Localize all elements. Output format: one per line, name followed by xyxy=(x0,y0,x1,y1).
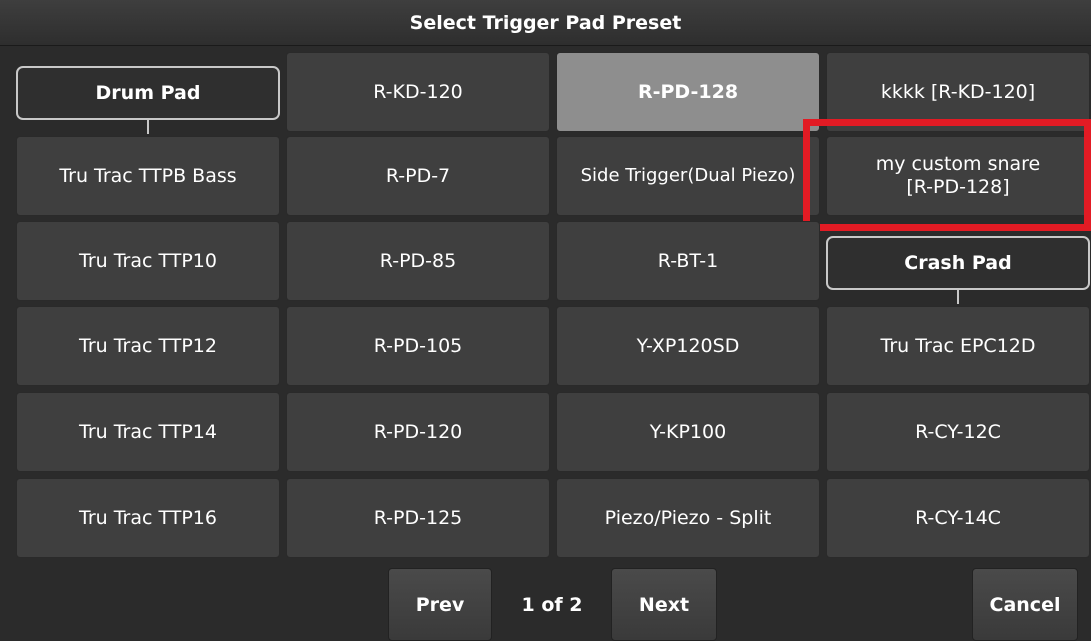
pad-tru-trac-ttpb-bass[interactable]: Tru Trac TTPB Bass xyxy=(16,136,280,216)
pad-r-kd-120[interactable]: R-KD-120 xyxy=(286,52,550,132)
pad-r-pd-128[interactable]: R-PD-128 xyxy=(556,52,820,132)
pad-r-pd-85[interactable]: R-PD-85 xyxy=(286,221,550,301)
dialog-title: Select Trigger Pad Preset xyxy=(0,0,1091,46)
page-indicator: 1 of 2 xyxy=(521,593,583,616)
pad-label-line-1: my custom snare xyxy=(875,153,1041,176)
pad-tru-trac-ttp10[interactable]: Tru Trac TTP10 xyxy=(16,221,280,301)
pad-kkkk-r-kd-120[interactable]: kkkk [R-KD-120] xyxy=(826,52,1090,132)
pad-tru-trac-epc12d[interactable]: Tru Trac EPC12D xyxy=(826,306,1090,386)
group-header-crash-pad: Crash Pad xyxy=(826,236,1090,290)
cancel-button[interactable]: Cancel xyxy=(972,568,1078,641)
pad-y-xp120sd[interactable]: Y-XP120SD xyxy=(556,306,820,386)
pad-my-custom-snare[interactable]: my custom snare [R-PD-128] xyxy=(826,136,1090,216)
pad-r-pd-105[interactable]: R-PD-105 xyxy=(286,306,550,386)
pad-label-line-2: [R-PD-128] xyxy=(906,176,1010,198)
pad-r-pd-7[interactable]: R-PD-7 xyxy=(286,136,550,216)
pad-r-cy-12c[interactable]: R-CY-12C xyxy=(826,392,1090,472)
pad-y-kp100[interactable]: Y-KP100 xyxy=(556,392,820,472)
pad-r-pd-120[interactable]: R-PD-120 xyxy=(286,392,550,472)
pad-r-cy-14c[interactable]: R-CY-14C xyxy=(826,478,1090,558)
pad-r-pd-125[interactable]: R-PD-125 xyxy=(286,478,550,558)
pad-tru-trac-ttp16[interactable]: Tru Trac TTP16 xyxy=(16,478,280,558)
pad-piezo-piezo-split[interactable]: Piezo/Piezo - Split xyxy=(556,478,820,558)
prev-button[interactable]: Prev xyxy=(388,568,492,641)
pad-side-trigger-dual-piezo[interactable]: Side Trigger(Dual Piezo) xyxy=(556,136,820,216)
pad-tru-trac-ttp14[interactable]: Tru Trac TTP14 xyxy=(16,392,280,472)
next-button[interactable]: Next xyxy=(611,568,717,641)
group-connector xyxy=(147,120,149,134)
group-header-drum-pad: Drum Pad xyxy=(16,66,280,120)
pad-r-bt-1[interactable]: R-BT-1 xyxy=(556,221,820,301)
group-connector xyxy=(957,290,959,304)
pad-tru-trac-ttp12[interactable]: Tru Trac TTP12 xyxy=(16,306,280,386)
